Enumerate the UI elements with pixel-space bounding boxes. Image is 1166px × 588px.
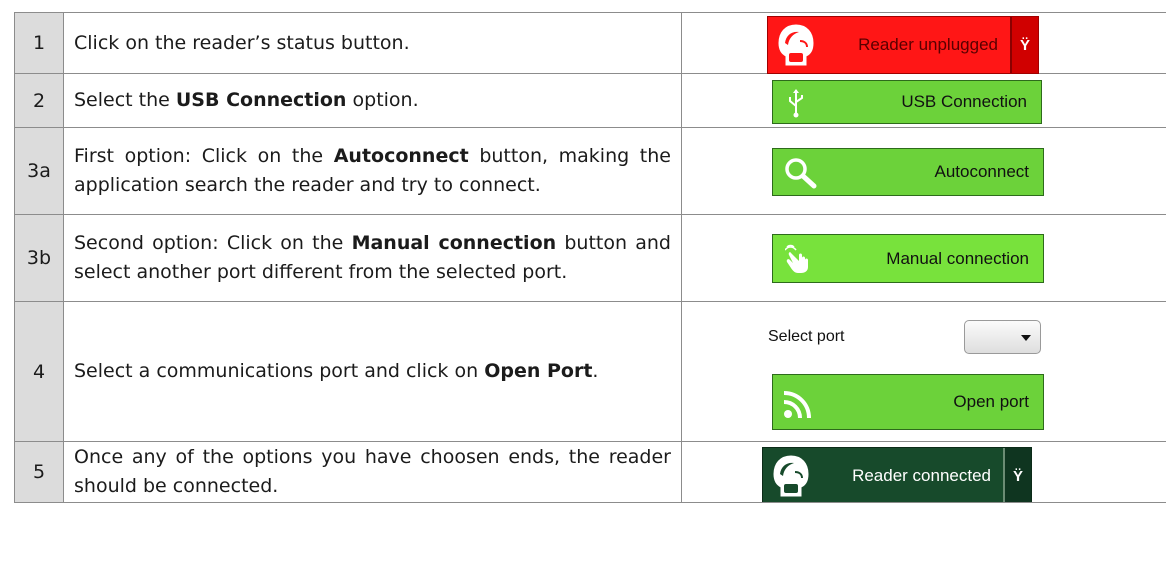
reader-status-label: Reader unplugged xyxy=(858,35,998,54)
step-description: Select a communications port and click o… xyxy=(63,301,682,442)
open-port-button[interactable]: Open port xyxy=(772,374,1044,430)
step-row: 2 Select the USB Connection option. USB … xyxy=(14,73,1166,128)
manual-connection-button[interactable]: Manual connection xyxy=(772,234,1044,283)
step-description: First option: Click on the Autoconnect b… xyxy=(63,127,682,215)
reader-head-icon xyxy=(778,24,814,66)
button-label: Open port xyxy=(953,392,1029,411)
step-description: Select the USB Connection option. xyxy=(63,73,682,128)
step-description: Click on the reader’s status button. xyxy=(63,12,682,74)
chevron-down-icon[interactable]: Ÿ xyxy=(1003,448,1031,502)
port-select-dropdown[interactable] xyxy=(964,320,1041,354)
reader-head-icon xyxy=(773,455,809,497)
autoconnect-button[interactable]: Autoconnect xyxy=(772,148,1044,196)
step-screenshot: Select port Open port xyxy=(681,301,1166,442)
hand-pointer-icon xyxy=(785,244,808,273)
button-label: Manual connection xyxy=(886,248,1029,268)
step-row: 3a First option: Click on the Autoconnec… xyxy=(14,127,1166,215)
step-number: 4 xyxy=(14,301,64,442)
button-label: USB Connection xyxy=(901,92,1027,111)
step-screenshot: Reader unplugged Ÿ xyxy=(681,12,1166,74)
step-number: 3a xyxy=(14,127,64,215)
instructions-table: 1 Click on the reader’s status button. R… xyxy=(14,12,1166,503)
step-description: Second option: Click on the Manual conne… xyxy=(63,214,682,302)
reader-status-label: Reader connected xyxy=(852,466,991,485)
usb-connection-button[interactable]: USB Connection xyxy=(772,80,1042,124)
step-screenshot: Autoconnect xyxy=(681,127,1166,215)
step-row: 4 Select a communications port and click… xyxy=(14,301,1166,442)
usb-icon xyxy=(789,89,803,118)
reader-unplugged-button[interactable]: Reader unplugged Ÿ xyxy=(767,16,1039,74)
step-row: 5 Once any of the options you have choos… xyxy=(14,441,1166,503)
step-description: Once any of the options you have choosen… xyxy=(63,441,682,503)
chevron-down-icon[interactable]: Ÿ xyxy=(1010,17,1038,73)
step-number: 3b xyxy=(14,214,64,302)
step-text: Click on the reader’s status button. xyxy=(74,31,410,54)
step-screenshot: Manual connection xyxy=(681,214,1166,302)
step-screenshot: Reader connected Ÿ xyxy=(681,441,1166,503)
search-icon xyxy=(785,158,817,189)
rss-icon xyxy=(783,391,811,419)
step-number: 2 xyxy=(14,73,64,128)
button-label: Autoconnect xyxy=(934,162,1029,181)
step-text: Once any of the options you have choosen… xyxy=(74,446,671,497)
step-number: 5 xyxy=(14,441,64,503)
step-screenshot: USB Connection xyxy=(681,73,1166,128)
chevron-down-icon xyxy=(1021,335,1031,341)
select-port-label: Select port xyxy=(768,328,845,345)
reader-connected-button[interactable]: Reader connected Ÿ xyxy=(762,447,1032,502)
step-row: 3b Second option: Click on the Manual co… xyxy=(14,214,1166,302)
step-number: 1 xyxy=(14,12,64,74)
step-row: 1 Click on the reader’s status button. R… xyxy=(14,12,1166,74)
